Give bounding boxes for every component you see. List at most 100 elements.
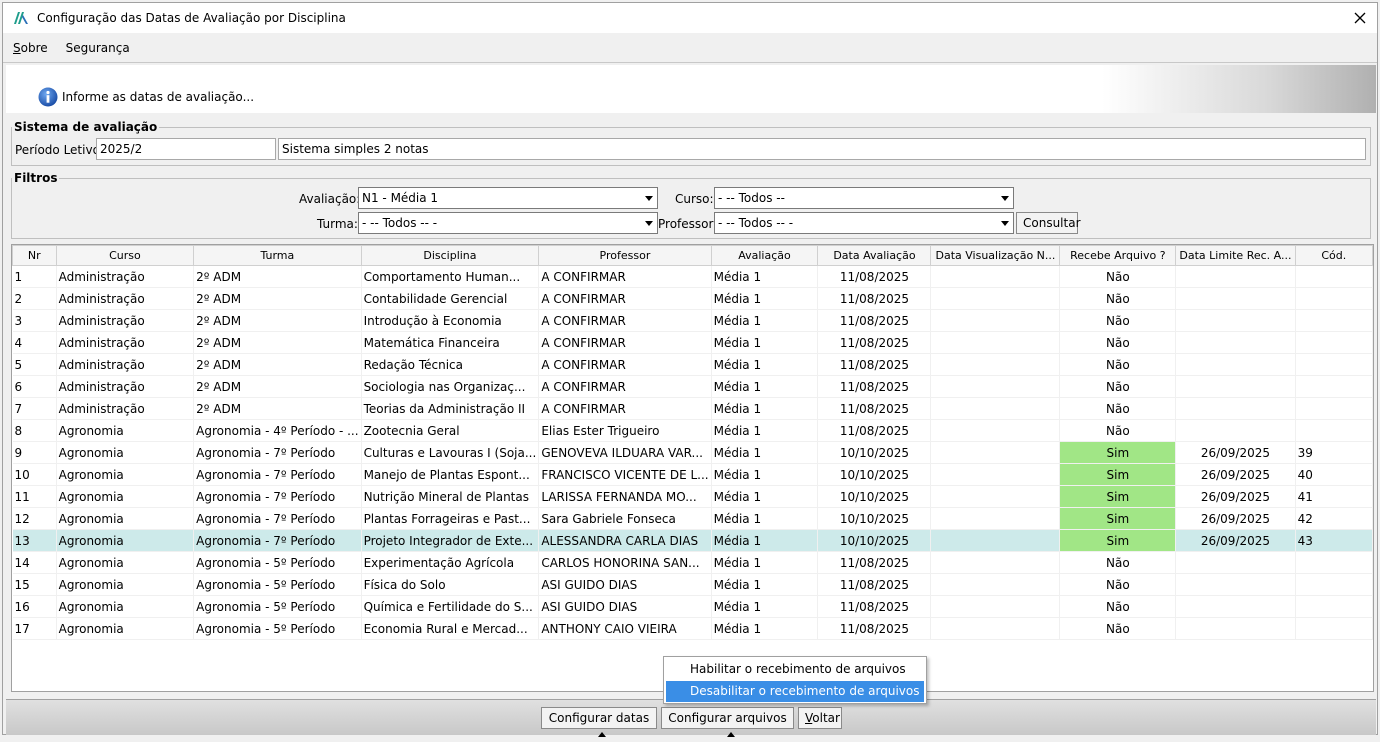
cell-professor: ALESSANDRA CARLA DIAS	[538, 529, 712, 552]
table-row[interactable]: 8 Agronomia Agronomia - 4º Período - ... Zo…	[12, 419, 1373, 442]
cell-cod	[1295, 397, 1373, 420]
avaliacoes-grid: Nr Curso Turma Disciplina Professor Avaliação…	[12, 245, 1373, 640]
cell-turma: Agronomia - 7º Período	[193, 441, 362, 464]
table-row[interactable]: 3 Administração 2º ADM Introdução à Economi…	[12, 309, 1373, 332]
cell-nr: 14	[12, 551, 57, 574]
cell-data-visualizacao	[930, 331, 1061, 354]
column-header-turma[interactable]: Turma	[193, 245, 362, 266]
cell-data-limite	[1175, 375, 1296, 398]
cell-avaliacao: Média 1	[711, 617, 819, 640]
curso-select[interactable]: - -- Todos --	[714, 187, 1014, 209]
column-header-curso[interactable]: Curso	[55, 245, 195, 266]
table-row[interactable]: 4 Administração 2º ADM Matemática Financeir…	[12, 331, 1373, 354]
table-row[interactable]: 15 Agronomia Agronomia - 5º Período Física …	[12, 573, 1373, 596]
cell-recebe-arquivo: Sim	[1059, 529, 1177, 552]
cell-nr: 16	[12, 595, 57, 618]
menu-seguranca[interactable]: Segurança	[58, 41, 138, 55]
title-bar: Configuração das Datas de Avaliação por …	[3, 3, 1377, 33]
menu-bar: Sobre Segurança	[3, 33, 1377, 63]
cell-curso: Agronomia	[56, 617, 195, 640]
cell-disciplina: Física do Solo	[361, 573, 540, 596]
cell-recebe-arquivo: Não	[1059, 397, 1177, 420]
cell-cod	[1295, 419, 1373, 442]
cell-data-avaliacao: 11/08/2025	[817, 397, 932, 420]
cell-disciplina: Matemática Financeira	[361, 331, 540, 354]
column-header-disciplina[interactable]: Disciplina	[360, 245, 540, 266]
cell-disciplina: Experimentação Agrícola	[361, 551, 540, 574]
cell-professor: ANTHONY CAIO VIEIRA	[538, 617, 712, 640]
cell-recebe-arquivo: Sim	[1059, 485, 1177, 508]
periodo-letivo-field[interactable]: 2025/2	[96, 138, 276, 160]
cell-turma: Agronomia - 7º Período	[193, 485, 362, 508]
cell-recebe-arquivo: Não	[1059, 331, 1177, 354]
table-row[interactable]: 10 Agronomia Agronomia - 7º Período Manejo …	[12, 463, 1373, 486]
table-row[interactable]: 14 Agronomia Agronomia - 5º Período Experim…	[12, 551, 1373, 574]
close-button[interactable]	[1349, 7, 1371, 29]
cell-cod	[1295, 617, 1373, 640]
cell-nr: 1	[12, 265, 57, 288]
turma-select[interactable]: - -- Todos -- -	[358, 212, 658, 234]
table-row[interactable]: 5 Administração 2º ADM Redação Técnica A CON…	[12, 353, 1373, 376]
cell-disciplina: Nutrição Mineral de Plantas	[361, 485, 540, 508]
cell-data-avaliacao: 11/08/2025	[817, 595, 932, 618]
cell-professor: A CONFIRMAR	[538, 287, 712, 310]
info-icon	[38, 87, 58, 107]
cell-cod: 39	[1295, 441, 1373, 464]
column-header-cod[interactable]: Cód.	[1294, 245, 1373, 266]
sistema-avaliacao-field[interactable]: Sistema simples 2 notas	[278, 138, 1366, 160]
cell-turma: Agronomia - 4º Período - ...	[193, 419, 362, 442]
column-header-avaliacao[interactable]: Avaliação	[710, 245, 819, 266]
cell-curso: Administração	[56, 265, 195, 288]
cell-disciplina: Redação Técnica	[361, 353, 540, 376]
consultar-button[interactable]: Consultar	[1016, 212, 1081, 234]
cell-avaliacao: Média 1	[711, 397, 819, 420]
window-title: Configuração das Datas de Avaliação por …	[37, 11, 346, 25]
app-logo-icon	[14, 12, 28, 24]
professor-select[interactable]: - -- Todos -- -	[714, 212, 1014, 234]
cell-avaliacao: Média 1	[711, 551, 819, 574]
column-header-professor[interactable]: Professor	[538, 245, 712, 266]
cell-disciplina: Manejo de Plantas Espont...	[361, 463, 540, 486]
table-row[interactable]: 9 Agronomia Agronomia - 7º Período Culturas…	[12, 441, 1373, 464]
table-row[interactable]: 6 Administração 2º ADM Sociologia nas Organ…	[12, 375, 1373, 398]
main-window: Configuração das Datas de Avaliação por …	[2, 2, 1378, 737]
cell-data-avaliacao: 11/08/2025	[817, 551, 932, 574]
cell-data-visualizacao	[930, 353, 1061, 376]
avaliacoes-table[interactable]: Nr Curso Turma Disciplina Professor Avaliação…	[11, 244, 1374, 692]
avaliacao-select[interactable]: N1 - Média 1	[358, 187, 658, 209]
cell-recebe-arquivo: Não	[1059, 551, 1177, 574]
cell-avaliacao: Média 1	[711, 485, 819, 508]
cell-avaliacao: Média 1	[711, 331, 819, 354]
column-header-data-limite[interactable]: Data Limite Rec. A...	[1175, 245, 1296, 266]
table-row[interactable]: 2 Administração 2º ADM Contabilidade Gerenc…	[12, 287, 1373, 310]
menu-item-desabilitar-recebimento[interactable]: Desabilitar o recebimento de arquivos	[666, 681, 924, 702]
menu-sobre-mnemonic: S	[13, 40, 21, 55]
table-row[interactable]: 7 Administração 2º ADM Teorias da Administr…	[12, 397, 1373, 420]
bottom-toolbar: Configurar datas Configurar arquivos Vol…	[6, 699, 1376, 737]
cell-turma: 2º ADM	[193, 287, 362, 310]
menu-sobre[interactable]: Sobre	[5, 41, 56, 55]
cell-recebe-arquivo: Não	[1059, 287, 1177, 310]
cell-professor: A CONFIRMAR	[538, 265, 712, 288]
cell-avaliacao: Média 1	[711, 573, 819, 596]
column-header-recebe-arquivo[interactable]: Recebe Arquivo ?	[1059, 245, 1177, 266]
table-row[interactable]: 16 Agronomia Agronomia - 5º Período Química…	[12, 595, 1373, 618]
table-row[interactable]: 12 Agronomia Agronomia - 7º Período Plantas…	[12, 507, 1373, 530]
table-row[interactable]: 17 Agronomia Agronomia - 5º Período Economi…	[12, 617, 1373, 640]
table-row[interactable]: 1 Administração 2º ADM Comportamento Human.…	[12, 265, 1373, 288]
configurar-arquivos-button[interactable]: Configurar arquivos	[661, 707, 794, 737]
cell-curso: Administração	[56, 397, 195, 420]
table-row[interactable]: 13 Agronomia Agronomia - 7º Período Projeto…	[12, 529, 1373, 552]
cell-recebe-arquivo: Não	[1059, 309, 1177, 332]
menu-item-habilitar-recebimento[interactable]: Habilitar o recebimento de arquivos	[666, 659, 924, 680]
cell-data-limite	[1175, 397, 1296, 420]
column-header-data-visualizacao[interactable]: Data Visualização N...	[930, 245, 1061, 266]
cell-recebe-arquivo: Não	[1059, 617, 1177, 640]
cell-nr: 5	[12, 353, 57, 376]
column-header-nr[interactable]: Nr	[12, 245, 57, 266]
cell-data-avaliacao: 10/10/2025	[817, 507, 932, 530]
table-row[interactable]: 11 Agronomia Agronomia - 7º Período Nutriçã…	[12, 485, 1373, 508]
column-header-data-avaliacao[interactable]: Data Avaliação	[817, 245, 932, 266]
configurar-datas-button[interactable]: Configurar datas	[541, 707, 657, 737]
voltar-button[interactable]: Voltar	[798, 707, 842, 729]
